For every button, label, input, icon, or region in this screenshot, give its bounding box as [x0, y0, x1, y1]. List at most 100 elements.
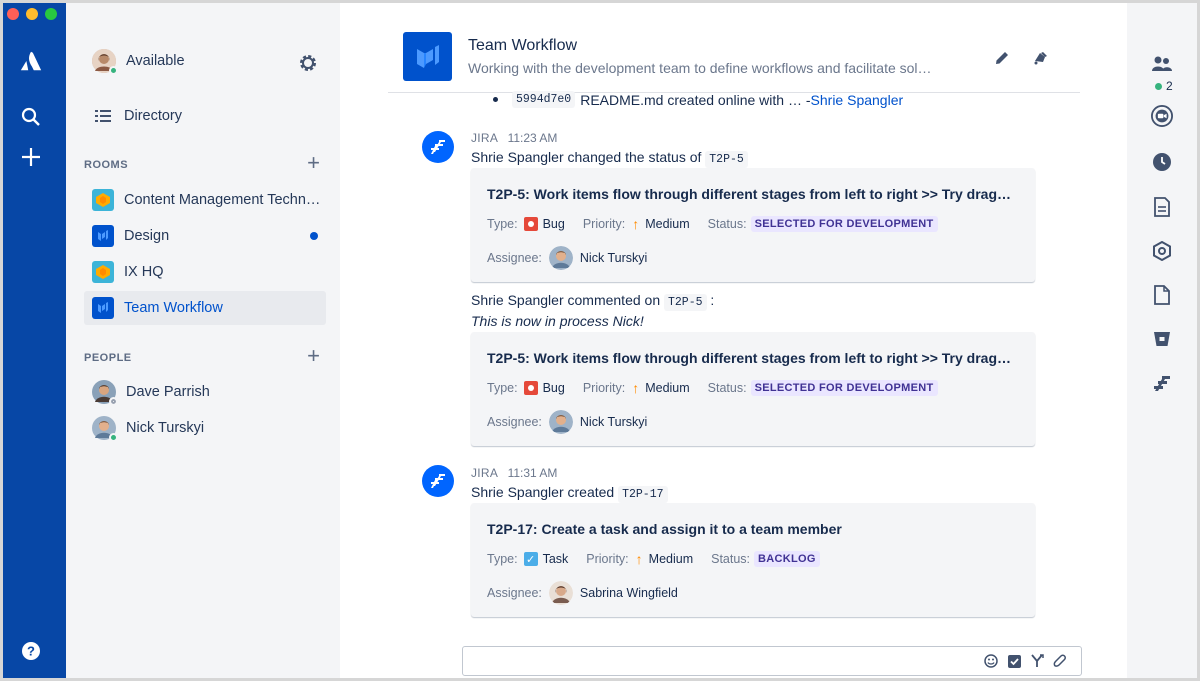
issue-fields: Type: ✓ Task Priority: ↑ Medium Status: … [487, 551, 820, 567]
type-key: Type: [487, 381, 518, 395]
unread-indicator [310, 232, 318, 240]
issue-fields: Type: Bug Priority: ↑ Medium Status: SEL… [487, 216, 938, 232]
decision-icon[interactable] [1029, 653, 1045, 669]
jira-icon[interactable] [1151, 373, 1173, 395]
hexagon-icon[interactable] [1151, 240, 1173, 262]
issue-assignee: Assignee: Nick Turskyi [487, 246, 647, 270]
issue-title[interactable]: T2P-17: Create a task and assign it to a… [487, 521, 1023, 537]
notification-bell-icon[interactable] [1029, 47, 1051, 69]
close-window-button[interactable] [7, 8, 19, 20]
sidebar-room-content-management[interactable]: Content Management Techn… [84, 183, 326, 217]
sidebar-room-team-workflow[interactable]: Team Workflow [84, 291, 326, 325]
commit-text: README.md created online with … - [580, 91, 811, 108]
issue-title[interactable]: T2P-5: Work items flow through different… [487, 350, 1023, 366]
priority-value: Medium [645, 381, 690, 395]
settings-gear-icon[interactable] [298, 53, 318, 73]
priority-value: Medium [645, 217, 690, 231]
issue-key[interactable]: T2P-5 [705, 151, 748, 168]
room-title: Team Workflow [468, 37, 578, 54]
status-selector[interactable]: Available [84, 44, 326, 78]
comment-text: This is now in process Nick! [471, 313, 644, 329]
status-key: Status: [707, 381, 747, 395]
type-value: Task [542, 552, 569, 566]
svg-text:?: ? [27, 644, 35, 659]
issue-key[interactable]: T2P-5 [664, 294, 707, 311]
room-label: IX HQ [124, 264, 164, 280]
status-label: Available [126, 53, 185, 69]
sender-name: JIRA [471, 466, 499, 480]
room-avatar-icon [92, 261, 114, 283]
task-checkbox-icon: ✓ [523, 552, 538, 566]
right-rail: 2 [1127, 3, 1197, 678]
search-icon[interactable] [19, 105, 43, 129]
timestamp: 11:31 AM [507, 466, 558, 480]
assignee-key: Assignee: [487, 415, 542, 429]
maximize-window-button[interactable] [45, 8, 57, 20]
issue-key[interactable]: T2P-17 [618, 486, 668, 503]
message-text: Shrie Spangler created T2P-17 [471, 484, 668, 503]
presence-offline-indicator [109, 397, 118, 406]
jira-issue-card[interactable]: T2P-5: Work items flow through different… [471, 168, 1035, 282]
task-checkbox-icon[interactable] [1006, 653, 1022, 669]
bitbucket-icon[interactable] [1151, 328, 1173, 350]
avatar [92, 416, 118, 442]
avatar [92, 380, 118, 406]
assignee-key: Assignee: [487, 586, 542, 600]
message-composer[interactable] [462, 646, 1082, 676]
sidebar-person-nick-turskyi[interactable]: Nick Turskyi [84, 411, 326, 445]
jira-avatar-icon [422, 465, 454, 497]
person-label: Nick Turskyi [126, 420, 205, 436]
sender-name: JIRA [471, 131, 499, 145]
people-section-title: PEOPLE [84, 352, 132, 364]
global-nav: ? [3, 3, 66, 678]
priority-key: Priority: [582, 217, 626, 231]
room-topic: Working with the development team to def… [468, 60, 932, 76]
status-badge: SELECTED FOR DEVELOPMENT [750, 216, 938, 232]
assignee-avatar [548, 410, 573, 434]
help-icon[interactable]: ? [19, 639, 43, 663]
participant-count-value: 2 [1166, 79, 1173, 93]
message-body: Shrie Spangler commented on [471, 292, 664, 308]
person-label: Dave Parrish [126, 384, 210, 400]
room-label: Content Management Techn… [124, 192, 321, 208]
assignee-name: Sabrina Wingfield [579, 586, 678, 600]
jira-issue-card[interactable]: T2P-5: Work items flow through different… [471, 332, 1035, 446]
video-icon[interactable] [1151, 105, 1173, 127]
issue-assignee: Assignee: Nick Turskyi [487, 410, 647, 434]
room-header: Team Workflow Working with the developme… [388, 31, 1080, 93]
create-icon[interactable] [19, 145, 43, 169]
add-person-button[interactable]: + [307, 345, 320, 367]
type-key: Type: [487, 552, 518, 566]
room-logo-icon [403, 32, 452, 81]
emoji-icon[interactable] [983, 653, 999, 669]
priority-value: Medium [648, 552, 694, 566]
add-room-button[interactable]: + [307, 152, 320, 174]
timestamp: 11:23 AM [507, 131, 558, 145]
edit-pencil-icon[interactable] [991, 47, 1013, 69]
presence-online-indicator [109, 66, 118, 75]
assignee-avatar [548, 581, 573, 605]
sidebar-room-ix-hq[interactable]: IX HQ [84, 255, 326, 289]
sidebar-person-dave-parrish[interactable]: Dave Parrish [84, 375, 326, 409]
assignee-avatar [548, 246, 573, 270]
clock-icon[interactable] [1151, 151, 1173, 173]
room-avatar-icon [92, 297, 114, 319]
issue-title[interactable]: T2P-5: Work items flow through different… [487, 186, 1023, 202]
document-icon[interactable] [1151, 196, 1173, 218]
minimize-window-button[interactable] [26, 8, 38, 20]
room-avatar-icon [92, 189, 114, 211]
participant-count: 2 [1155, 79, 1173, 93]
people-icon[interactable] [1151, 53, 1173, 75]
assignee-key: Assignee: [487, 251, 542, 265]
jira-issue-card[interactable]: T2P-17: Create a task and assign it to a… [471, 503, 1035, 617]
status-key: Status: [711, 552, 751, 566]
atlassian-logo-icon[interactable] [19, 49, 43, 73]
author-link[interactable]: Shrie Spangler [811, 92, 904, 108]
message-meta: JIRA 11:31 AM [471, 466, 557, 480]
attachment-icon[interactable] [1052, 653, 1068, 669]
file-icon[interactable] [1151, 284, 1173, 306]
directory-link[interactable]: Directory [84, 99, 326, 133]
priority-arrow-up-icon: ↑ [635, 551, 643, 567]
presence-online-indicator [1155, 82, 1162, 90]
sidebar-room-design[interactable]: Design [84, 219, 326, 253]
